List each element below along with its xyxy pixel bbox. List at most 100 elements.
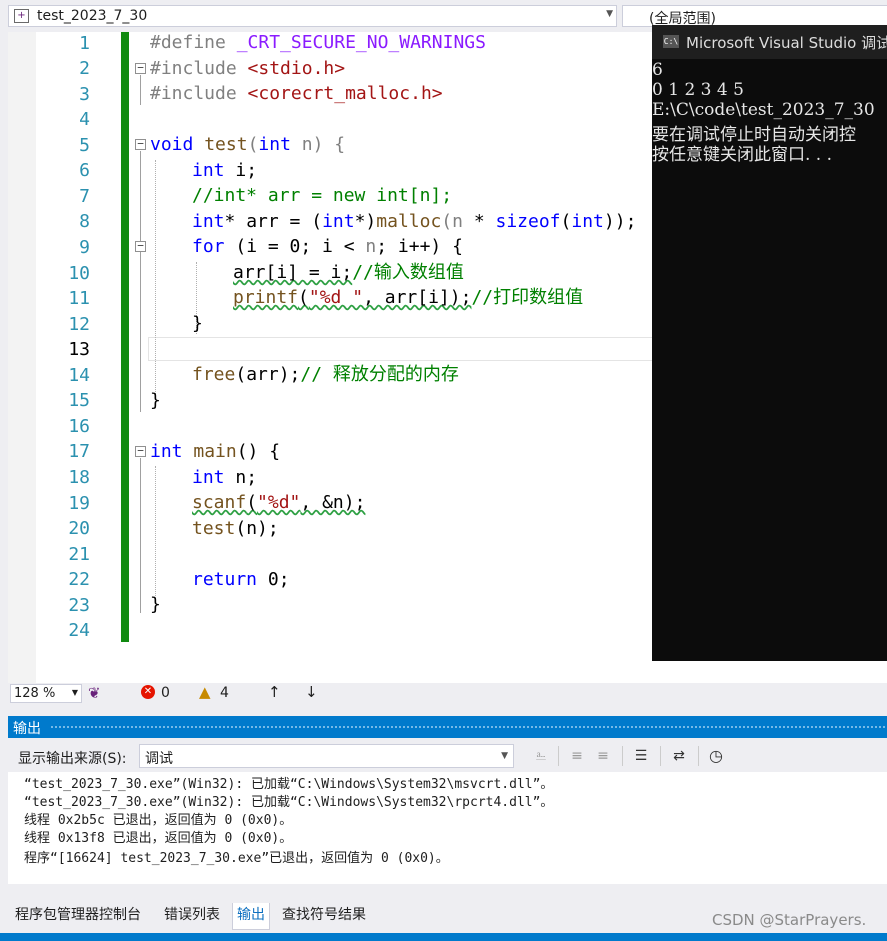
function-token: scanf: [192, 492, 247, 513]
output-title-bar[interactable]: 输出: [8, 716, 887, 738]
collapse-toggle[interactable]: −: [135, 240, 146, 252]
comment-token: //打印数组值: [471, 287, 584, 308]
console-line: 按任意键关闭此窗口. . .: [652, 145, 833, 165]
function-token: printf: [233, 287, 299, 308]
line-number: 8: [79, 211, 90, 232]
code-token: (: [560, 211, 572, 232]
function-token: test: [204, 134, 248, 155]
function-token: free: [192, 364, 236, 385]
line-number: 12: [68, 314, 90, 335]
keyword-token: for: [192, 236, 225, 257]
console-title-bar[interactable]: C:\ Microsoft Visual Studio 调试: [652, 25, 887, 59]
code-token: }: [192, 313, 203, 334]
code-token: 0;: [257, 569, 290, 590]
code-line-2: #include <stdio.h>: [150, 56, 345, 81]
paren-token: (: [298, 287, 309, 308]
code-line-23: }: [150, 592, 161, 617]
collapse-toggle[interactable]: −: [135, 62, 146, 74]
line-number: 15: [68, 390, 90, 411]
output-line: “test_2023_7_30.exe”(Win32): 已加载“C:\Wind…: [24, 777, 554, 792]
line-number: 23: [68, 595, 90, 616]
code-line-5: void test(int n) {: [150, 132, 345, 157]
line-number: 17: [68, 441, 90, 462]
outline-line: [140, 458, 141, 613]
line-number: 6: [79, 160, 90, 181]
string-token: "%d": [257, 492, 301, 513]
clock-icon[interactable]: ◷: [705, 746, 727, 766]
line-number: 10: [68, 263, 90, 284]
collapse-toggle[interactable]: −: [135, 445, 146, 457]
code-token: }: [150, 390, 161, 411]
line-number: 4: [79, 109, 90, 130]
directive-token: #define: [150, 32, 226, 53]
line-number: 20: [68, 518, 90, 539]
previous-message-icon[interactable]: ≡: [566, 746, 588, 766]
console-line: 6: [652, 60, 663, 80]
paren-token: (: [247, 134, 259, 155]
keyword-token: void: [150, 134, 194, 155]
arrow-up-icon[interactable]: ↑: [268, 683, 281, 701]
output-line: 线程 0x13f8 已退出，返回值为 0 (0x0)。: [24, 831, 293, 846]
code-token: *: [462, 211, 496, 232]
code-token: () {: [236, 441, 281, 462]
tab-output[interactable]: 输出: [232, 903, 270, 930]
line-number: 19: [68, 493, 90, 514]
tab-error-list[interactable]: 错误列表: [160, 903, 224, 929]
output-scroll-area: [8, 884, 887, 902]
clear-all-icon[interactable]: ☰: [630, 746, 652, 766]
line-number: 11: [68, 288, 90, 309]
toolbar-separator: [622, 746, 623, 766]
code-token: *): [354, 211, 377, 232]
line-number: 7: [79, 186, 90, 207]
code-line-7: //int* arr = new int[n];: [192, 183, 452, 208]
code-line-8: int* arr = (int*)malloc(n * sizeof(int))…: [192, 209, 636, 234]
intellicode-icon[interactable]: ❦: [88, 684, 104, 702]
arrow-down-icon[interactable]: ↓: [305, 683, 318, 701]
code-token: }: [150, 594, 161, 615]
code-line-18: int n;: [192, 465, 257, 490]
header-token: <stdio.h>: [247, 58, 346, 79]
error-icon[interactable]: ✕: [141, 685, 155, 699]
output-source-dropdown[interactable]: 调试 ▼: [139, 744, 514, 768]
code-line-1: #define _CRT_SECURE_NO_WARNINGS: [150, 30, 486, 55]
header-token: <corecrt_malloc.h>: [247, 83, 443, 104]
line-number: 21: [68, 544, 90, 565]
word-wrap-icon[interactable]: ⇄: [668, 746, 690, 766]
macro-token: _CRT_SECURE_NO_WARNINGS: [236, 32, 486, 53]
directive-token: #include: [150, 58, 237, 79]
line-number: 18: [68, 467, 90, 488]
code-line-15: }: [150, 388, 161, 413]
outline-line: [140, 75, 141, 105]
output-line: “test_2023_7_30.exe”(Win32): 已加载“C:\Wind…: [24, 795, 554, 810]
code-token: arr[i] = i;: [233, 262, 353, 283]
keyword-token: int: [192, 160, 225, 181]
grip-pattern: [50, 725, 885, 729]
warning-count: 4: [220, 685, 229, 701]
code-token: (i = 0; i <: [224, 236, 366, 257]
scope-dropdown[interactable]: (全局范围): [622, 5, 887, 27]
code-line-3: #include <corecrt_malloc.h>: [150, 81, 443, 106]
warning-icon[interactable]: ▲: [199, 683, 211, 701]
zoom-dropdown[interactable]: 128 % ▼: [10, 684, 82, 703]
next-message-icon[interactable]: ≡: [592, 746, 614, 766]
go-to-location-icon[interactable]: ⎁: [530, 746, 552, 766]
tab-package-manager-console[interactable]: 程序包管理器控制台: [11, 903, 145, 929]
keyword-token: int: [322, 211, 355, 232]
line-number: 2: [79, 58, 90, 79]
tab-find-symbol-results[interactable]: 查找符号结果: [278, 903, 370, 929]
param-token: n: [365, 236, 377, 257]
param-token: n: [301, 134, 313, 155]
project-dropdown[interactable]: + test_2023_7_30 ▼: [8, 5, 617, 27]
output-source-value: 调试: [145, 751, 173, 767]
line-number-current: 13: [68, 339, 90, 360]
indent-guide: [155, 466, 156, 596]
keyword-token: int: [150, 441, 183, 462]
chevron-down-icon: ▼: [501, 751, 508, 761]
function-token: main: [182, 441, 237, 462]
collapse-toggle[interactable]: −: [135, 138, 146, 150]
code-line-6: int i;: [192, 158, 257, 183]
comment-token: // 释放分配的内存: [300, 364, 459, 385]
toolbar-separator: [660, 746, 661, 766]
editor-margin: [8, 32, 36, 683]
paren-token: ) {: [312, 134, 346, 155]
